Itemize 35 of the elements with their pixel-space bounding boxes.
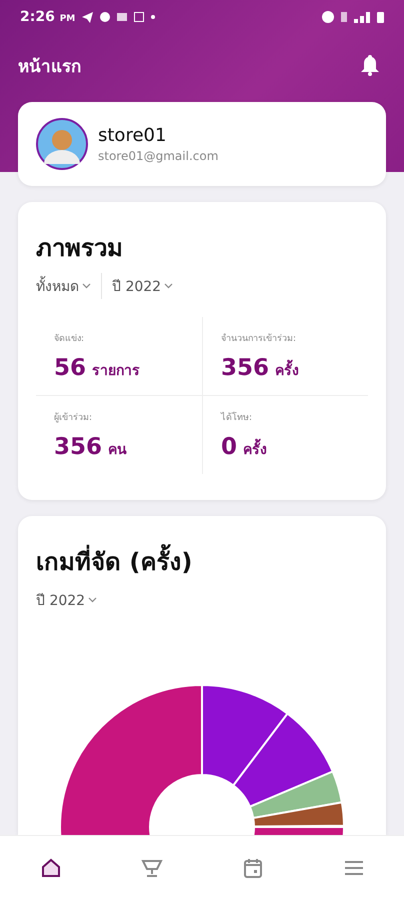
page-title: หน้าแรก — [18, 56, 81, 78]
send-icon — [82, 12, 94, 22]
battery-icon — [377, 12, 384, 22]
stat-label: จำนวนการเข้าร่วม: — [221, 332, 298, 345]
stat-value: 56 — [54, 355, 86, 381]
stat-unit: ครั้ง — [243, 438, 268, 460]
filter-dropdown[interactable]: ปี 2022 — [101, 273, 184, 299]
stat-value: 356 — [221, 355, 270, 381]
stat-unit: ครั้ง — [275, 359, 300, 381]
stat-unit: คน — [108, 441, 128, 460]
card-title: เกมที่จัด (ครั้ง) — [36, 542, 368, 581]
dot-icon — [151, 15, 156, 19]
profile-name: store01 — [98, 125, 168, 146]
chevron-down-icon — [82, 283, 91, 289]
filter-dropdown[interactable]: ทั้งหมด — [36, 273, 101, 299]
trophy-icon — [140, 857, 162, 879]
profile-email: store01@gmail.com — [98, 149, 218, 163]
home-icon — [40, 857, 62, 879]
avatar — [36, 118, 88, 170]
stat-label: ผู้เข้าร่วม: — [54, 412, 94, 424]
stat-value: 356 — [54, 434, 102, 460]
stat-unit: รายการ — [92, 362, 140, 381]
bell-icon — [360, 54, 380, 76]
calendar-icon — [242, 857, 264, 879]
circle-icon — [100, 12, 110, 22]
chevron-down-icon — [164, 283, 174, 289]
card-title: ภาพรวม — [36, 233, 124, 264]
status-time: 2:26 PM — [20, 9, 76, 25]
filter-dropdown[interactable]: ปี 2022 — [36, 587, 108, 613]
chevron-down-icon — [88, 597, 98, 603]
stat-label: ได้โทษ: — [221, 410, 254, 424]
stat-value: 0 — [221, 434, 238, 460]
signal-icon — [354, 12, 370, 22]
square-icon — [134, 12, 144, 22]
stat-label: จัดแข่ง: — [54, 333, 86, 345]
